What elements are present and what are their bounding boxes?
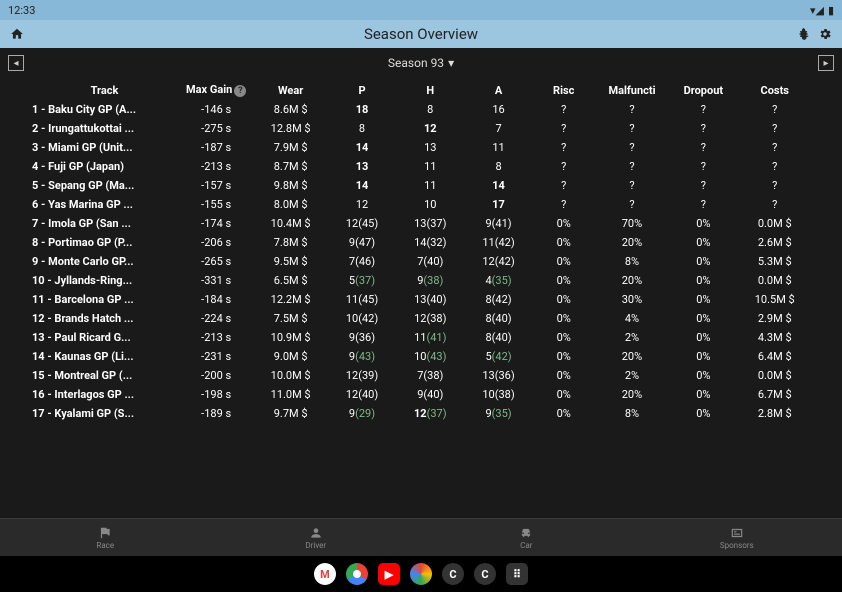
col-wear: Wear — [253, 80, 327, 100]
help-icon[interactable]: ? — [234, 85, 246, 97]
season-dropdown[interactable]: Season 93▾ — [388, 56, 454, 70]
table-row[interactable]: 10 - Jyllands-Ring...-331 s6.5M $5(37)9(… — [30, 271, 812, 290]
table-row[interactable]: 8 - Portimao GP (P...-206 s7.8M $9(47)14… — [30, 233, 812, 252]
next-season-button[interactable]: ▸ — [818, 55, 834, 71]
apps-grid-icon[interactable]: ⠿ — [506, 563, 528, 585]
sponsors-icon — [730, 526, 744, 540]
nav-driver[interactable]: Driver — [211, 519, 422, 556]
col-h: H — [396, 80, 464, 100]
wifi-icon: ▾◢ — [810, 4, 824, 17]
col-track: Track — [30, 80, 179, 100]
page-title: Season Overview — [364, 25, 478, 43]
app-icon-1[interactable]: C — [442, 563, 464, 585]
chrome-icon[interactable] — [346, 563, 368, 585]
table-row[interactable]: 3 - Miami GP (Unit...-187 s7.9M $141311?… — [30, 138, 812, 157]
app-header: Season Overview — [0, 20, 842, 48]
col-drop: Dropout — [669, 80, 737, 100]
nav-car[interactable]: Car — [421, 519, 632, 556]
col-mal: Malfuncti — [595, 80, 669, 100]
table-row[interactable]: 12 - Brands Hatch ...-224 s7.5M $10(42)1… — [30, 309, 812, 328]
nav-sponsors[interactable]: Sponsors — [632, 519, 842, 556]
table-row[interactable]: 14 - Kaunas GP (Li...-231 s9.0M $9(43)10… — [30, 347, 812, 366]
table-header: Track Max Gain? Wear P H A Risc Malfunct… — [30, 80, 812, 100]
battery-icon: ▮ — [828, 4, 834, 17]
bug-icon[interactable] — [796, 27, 810, 41]
col-risc: Risc — [533, 80, 595, 100]
app-icon-2[interactable]: C — [474, 563, 496, 585]
season-selector-row: ◂ Season 93▾ ▸ — [0, 48, 842, 78]
table-row[interactable]: 1 - Baku City GP (A...-146 s8.6M $18816?… — [30, 100, 812, 119]
nav-race[interactable]: Race — [0, 519, 211, 556]
table-row[interactable]: 11 - Barcelona GP ...-184 s12.2M $11(45)… — [30, 290, 812, 309]
status-time: 12:33 — [8, 4, 35, 17]
settings-icon[interactable] — [818, 27, 832, 41]
col-p: P — [328, 80, 396, 100]
prev-season-button[interactable]: ◂ — [8, 55, 24, 71]
home-icon[interactable] — [10, 27, 24, 41]
chevron-down-icon: ▾ — [448, 56, 454, 70]
table-row[interactable]: 7 - Imola GP (San ...-174 s10.4M $12(45)… — [30, 214, 812, 233]
gmail-icon[interactable]: M — [314, 563, 336, 585]
table-row[interactable]: 9 - Monte Carlo GP...-265 s9.5M $7(46)7(… — [30, 252, 812, 271]
col-cost: Costs — [737, 80, 812, 100]
status-bar: 12:33 ▾◢ ▮ — [0, 0, 842, 20]
youtube-icon[interactable]: ▶ — [378, 563, 400, 585]
car-icon — [519, 526, 533, 540]
table-row[interactable]: 5 - Sepang GP (Ma...-157 s9.8M $141114??… — [30, 176, 812, 195]
table-row[interactable]: 16 - Interlagos GP ...-198 s11.0M $12(40… — [30, 385, 812, 404]
system-dock: M ▶ C C ⠿ — [0, 556, 842, 592]
table-row[interactable]: 13 - Paul Ricard G...-213 s10.9M $9(36)1… — [30, 328, 812, 347]
table-row[interactable]: 6 - Yas Marina GP ...-155 s8.0M $121017?… — [30, 195, 812, 214]
flag-icon — [98, 526, 112, 540]
bottom-nav: Race Driver Car Sponsors — [0, 518, 842, 556]
table-row[interactable]: 4 - Fuji GP (Japan)-213 s8.7M $13118???? — [30, 157, 812, 176]
table-row[interactable]: 17 - Kyalami GP (S...-189 s9.7M $9(29)12… — [30, 404, 812, 423]
person-icon — [309, 526, 323, 540]
col-a: A — [464, 80, 532, 100]
status-icons: ▾◢ ▮ — [810, 4, 834, 17]
season-table: Track Max Gain? Wear P H A Risc Malfunct… — [0, 78, 842, 423]
col-maxgain: Max Gain? — [179, 80, 253, 100]
table-row[interactable]: 2 - Irungattukottai ...-275 s12.8M $8127… — [30, 119, 812, 138]
table-row[interactable]: 15 - Montreal GP (...-200 s10.0M $12(39)… — [30, 366, 812, 385]
photos-icon[interactable] — [410, 563, 432, 585]
